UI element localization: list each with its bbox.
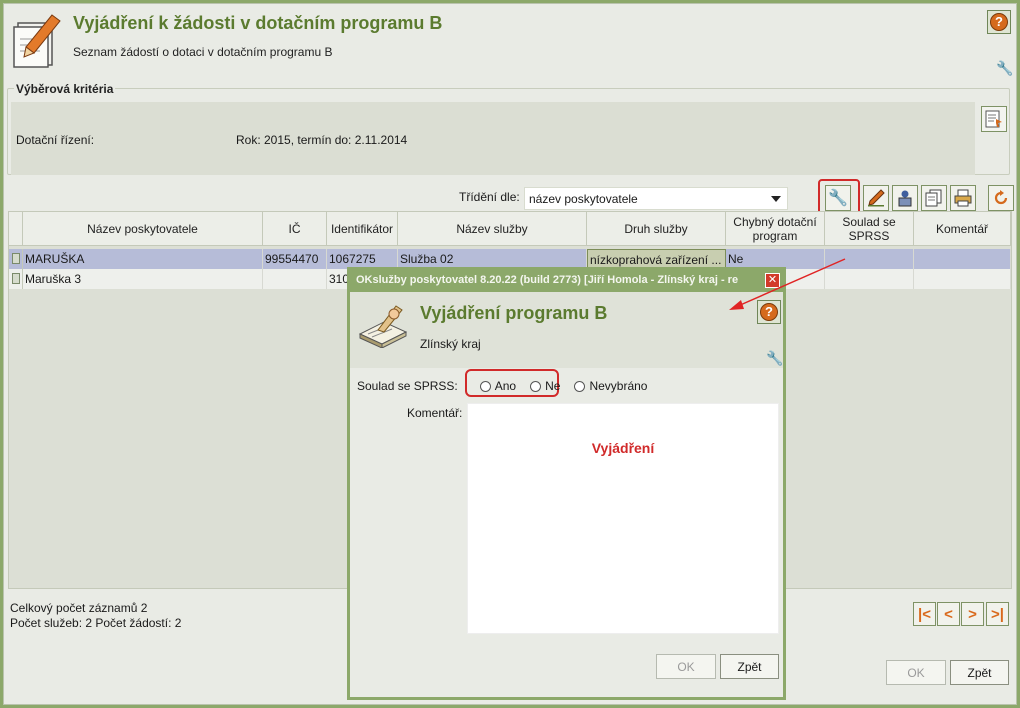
dialog-header: Vyjádření programu B Zlínský kraj ? 🔧 bbox=[350, 292, 783, 368]
person-icon bbox=[898, 190, 912, 207]
table-cell bbox=[825, 249, 914, 269]
header-row-marker bbox=[9, 212, 23, 246]
previous-page-button[interactable]: < bbox=[937, 602, 960, 626]
dialog-back-button[interactable]: Zpět bbox=[720, 654, 779, 679]
back-button[interactable]: Zpět bbox=[950, 660, 1009, 685]
column-header[interactable]: Chybný dotační program bbox=[726, 212, 825, 246]
dialog-ok-button[interactable]: OK bbox=[656, 654, 716, 679]
soulad-row: Soulad se SPRSS: Ano Ne Nevybráno bbox=[357, 379, 657, 393]
help-icon: ? bbox=[990, 13, 1008, 31]
table-header: Název poskytovatele IČ Identifikátor Náz… bbox=[9, 212, 1011, 246]
column-header[interactable]: Název služby bbox=[398, 212, 587, 246]
copy-icon bbox=[925, 189, 942, 207]
dialog-title: Vyjádření programu B bbox=[420, 303, 608, 323]
radio-ano[interactable]: Ano bbox=[479, 379, 516, 393]
print-button[interactable] bbox=[950, 185, 976, 211]
dialog-subtitle: Zlínský kraj bbox=[420, 337, 481, 351]
column-header[interactable]: Identifikátor bbox=[327, 212, 398, 246]
comment-textarea[interactable]: Vyjádření bbox=[467, 403, 779, 634]
table-cell bbox=[263, 269, 327, 289]
last-page-icon: >| bbox=[991, 605, 1004, 623]
column-header[interactable]: IČ bbox=[263, 212, 327, 246]
comment-text: Vyjádření bbox=[591, 440, 655, 456]
wrench-icon[interactable]: 🔧 bbox=[996, 60, 1013, 77]
ok-button[interactable]: OK bbox=[886, 660, 946, 685]
criteria-content: Dotační řízení: Rok: 2015, termín do: 2.… bbox=[11, 102, 975, 175]
dialog-titlebar[interactable]: OKslužby poskytovatel 8.20.22 (build 277… bbox=[350, 270, 783, 292]
table-cell: 1067275 bbox=[327, 249, 398, 269]
refresh-button[interactable] bbox=[988, 185, 1014, 211]
total-records-text: Celkový počet záznamů 2 bbox=[10, 601, 148, 615]
column-header[interactable]: Komentář bbox=[914, 212, 1011, 246]
last-page-button[interactable]: >| bbox=[986, 602, 1009, 626]
refresh-icon bbox=[994, 190, 1008, 205]
criteria-panel: Výběrová kritéria Dotační řízení: Rok: 2… bbox=[7, 82, 1010, 175]
sort-select[interactable]: název poskytovatele bbox=[524, 187, 788, 210]
table-cell: 99554470 bbox=[263, 249, 327, 269]
radio-nevybrano[interactable]: Nevybráno bbox=[574, 379, 647, 393]
printer-icon bbox=[954, 189, 972, 207]
document-edit-icon bbox=[12, 13, 62, 69]
table-cell: Ne bbox=[726, 249, 825, 269]
close-icon: ✕ bbox=[767, 274, 778, 286]
sort-label: Třídění dle: bbox=[459, 190, 520, 204]
criteria-legend: Výběrová kritéria bbox=[14, 82, 116, 96]
table-cell: Služba 02 bbox=[398, 249, 587, 269]
criteria-value: Rok: 2015, termín do: 2.11.2014 bbox=[236, 133, 408, 147]
first-page-icon: |< bbox=[918, 605, 931, 623]
table-cell: nízkoprahová zařízení ... bbox=[587, 249, 726, 269]
column-header[interactable]: Název poskytovatele bbox=[23, 212, 263, 246]
first-page-button[interactable]: |< bbox=[913, 602, 936, 626]
table-row[interactable]: MARUŠKA 99554470 1067275 Služba 02 nízko… bbox=[9, 249, 1011, 269]
page-header: Vyjádření k žádosti v dotačním programu … bbox=[4, 4, 1016, 80]
column-header[interactable]: Soulad se SPRSS bbox=[825, 212, 914, 246]
next-page-button[interactable]: > bbox=[961, 602, 984, 626]
wrench-icon: 🔧 bbox=[828, 190, 848, 207]
copy-button[interactable] bbox=[921, 185, 947, 211]
edit-button[interactable] bbox=[863, 185, 889, 211]
opinion-button[interactable]: 🔧 bbox=[825, 185, 851, 211]
page-title: Vyjádření k žádosti v dotačním programu … bbox=[73, 13, 443, 33]
wrench-icon[interactable]: 🔧 bbox=[766, 350, 783, 367]
page-subtitle: Seznam žádostí o dotaci v dotačním progr… bbox=[73, 45, 333, 59]
row-marker bbox=[9, 269, 23, 289]
table-cell bbox=[825, 269, 914, 289]
user-detail-button[interactable] bbox=[892, 185, 918, 211]
comment-label: Komentář: bbox=[407, 406, 463, 420]
help-button[interactable]: ? bbox=[987, 10, 1011, 34]
edit-criteria-icon bbox=[985, 110, 1002, 128]
radio-ne[interactable]: Ne bbox=[530, 379, 560, 393]
service-count-text: Počet služeb: 2 Počet žádostí: 2 bbox=[10, 616, 182, 630]
table-cell bbox=[914, 269, 1011, 289]
pencil-icon bbox=[868, 189, 885, 207]
notebook-pen-icon bbox=[358, 304, 408, 351]
close-button[interactable]: ✕ bbox=[765, 273, 780, 288]
edit-criteria-button[interactable] bbox=[981, 106, 1007, 132]
row-marker bbox=[9, 249, 23, 269]
chevron-right-icon: > bbox=[968, 605, 977, 623]
column-header[interactable]: Druh služby bbox=[587, 212, 726, 246]
chevron-left-icon: < bbox=[944, 605, 953, 623]
table-cell bbox=[914, 249, 1011, 269]
table-cell: MARUŠKA bbox=[23, 249, 263, 269]
opinion-dialog: OKslužby poskytovatel 8.20.22 (build 277… bbox=[347, 267, 786, 700]
criteria-label: Dotační řízení: bbox=[16, 133, 95, 147]
sort-select-value: název poskytovatele bbox=[529, 192, 638, 206]
soulad-label: Soulad se SPRSS: bbox=[357, 379, 458, 393]
dialog-help-button[interactable]: ? bbox=[757, 300, 781, 324]
table-cell: Maruška 3 bbox=[23, 269, 263, 289]
help-icon: ? bbox=[760, 303, 778, 321]
chevron-down-icon bbox=[771, 196, 781, 202]
